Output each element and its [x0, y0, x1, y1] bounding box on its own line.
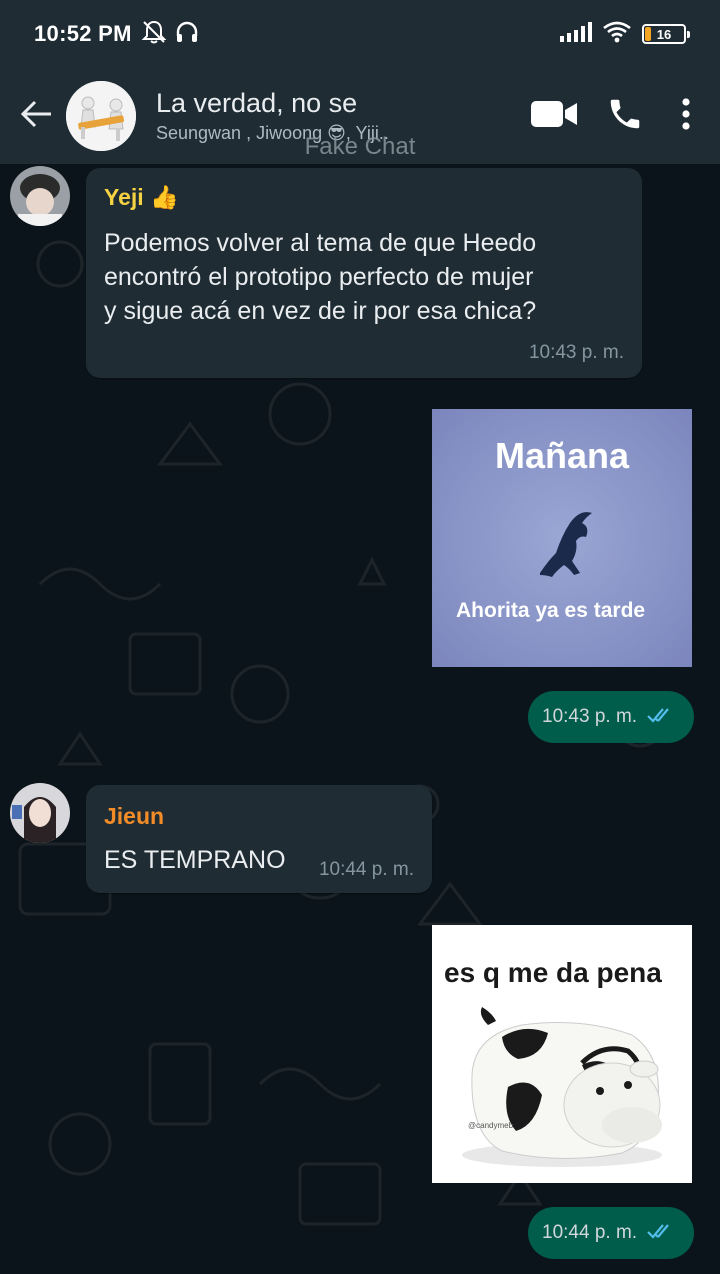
avatar-jieun[interactable] [10, 783, 70, 843]
read-receipt-icon [647, 1222, 677, 1245]
signal-icon [560, 21, 592, 47]
message-line: Podemos volver al tema de que Heedo [104, 229, 537, 257]
chat-participants: Seungwan , Jiwoong 😎, Yiji.. [156, 123, 389, 143]
message-bubble-yeji[interactable]: Yeji 👍 Podemos volver al tema de que Hee… [86, 168, 642, 378]
image-message-manana[interactable]: Mañana Ahorita ya es tarde [432, 409, 692, 667]
chat-area[interactable]: Yeji 👍 Podemos volver al tema de que Hee… [0, 164, 720, 1274]
image-caption-top: Mañana [494, 435, 630, 476]
message-time: 10:43 p. m. [542, 706, 638, 727]
chat-header: La verdad, no se Seungwan , Jiwoong 😎, Y… [0, 68, 720, 164]
more-options-icon [681, 97, 691, 136]
status-time: 10:52 PM [34, 21, 132, 46]
message-text: ES TEMPRANO [104, 846, 286, 874]
back-button[interactable] [8, 88, 64, 144]
message-meta-pill: 10:44 p. m. [528, 1207, 694, 1259]
image-message-pena[interactable]: es q me da pena @candymeb [432, 925, 692, 1183]
message-meta-pill: 10:43 p. m. [528, 691, 694, 743]
muted-bell-icon [140, 19, 168, 50]
video-call-icon [531, 99, 579, 134]
wifi-icon [602, 21, 632, 48]
image-caption-bottom: Ahorita ya es tarde [456, 599, 646, 622]
more-options-button[interactable] [660, 86, 712, 146]
message-time: 10:43 p. m. [528, 342, 624, 363]
back-arrow-icon [19, 99, 53, 134]
message-text: Podemos volver al tema de que Heedo enco… [104, 226, 634, 328]
image-watermark-text: @candymeb [468, 1121, 514, 1130]
chat-title: La verdad, no se [156, 88, 358, 118]
avatar-yeji[interactable] [10, 166, 70, 226]
voice-call-icon [606, 95, 644, 138]
battery-fill [645, 27, 652, 41]
battery-icon: 16 [642, 24, 690, 44]
message-bubble-jieun[interactable]: Jieun ES TEMPRANO 10:44 p. m. [86, 785, 432, 893]
status-bar: 10:52 PM 16 [0, 0, 720, 68]
image-caption-top: es q me da pena [444, 957, 662, 988]
message-line: y sigue acá en vez de ir por esa chica? [104, 297, 537, 325]
read-receipt-icon [647, 706, 677, 729]
voice-call-button[interactable] [590, 86, 660, 146]
chat-info[interactable]: La verdad, no se Seungwan , Jiwoong 😎, Y… [156, 88, 446, 144]
headphones-icon [174, 19, 200, 50]
sender-name: Jieun [104, 803, 165, 829]
battery-level: 16 [656, 26, 672, 42]
sender-name: Yeji 👍 [104, 184, 179, 210]
message-time: 10:44 p. m. [318, 859, 414, 880]
message-line: encontró el prototipo perfecto de mujer [104, 263, 534, 291]
group-avatar[interactable] [66, 81, 136, 151]
video-call-button[interactable] [520, 86, 590, 146]
message-time: 10:44 p. m. [542, 1222, 638, 1243]
